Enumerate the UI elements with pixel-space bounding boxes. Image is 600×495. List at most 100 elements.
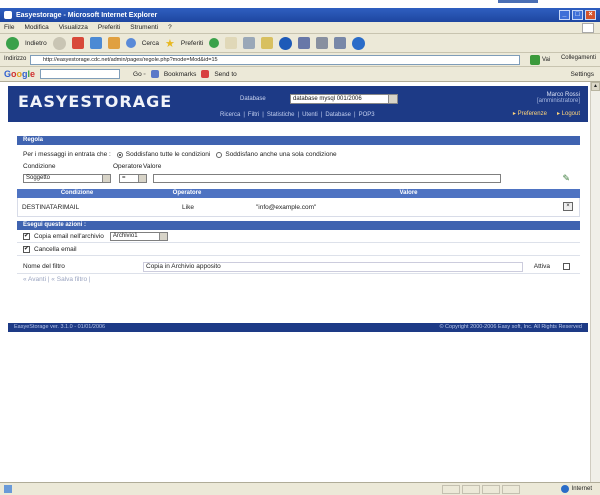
rule-panel: Regola Per i messaggi in entrata che : S…: [17, 136, 580, 285]
security-zone: Internet: [560, 485, 592, 493]
chevron-down-icon: [158, 232, 167, 240]
google-logo: Google: [4, 69, 36, 79]
radio-any-condition[interactable]: [216, 151, 223, 158]
conditions-table-header: Condizione Operatore Valore: [17, 189, 580, 198]
bookmarks-button[interactable]: Bookmarks: [164, 71, 197, 78]
edit-icon[interactable]: [261, 37, 274, 49]
maximize-button[interactable]: □: [572, 10, 583, 20]
rule-section-header: Regola: [17, 136, 580, 145]
condition-label: Condizione: [23, 162, 56, 170]
menu-help[interactable]: ?: [168, 24, 172, 31]
database-label: Database: [240, 96, 266, 102]
actions-section-header: Esegui queste azioni :: [17, 221, 580, 230]
delete-checkbox[interactable]: ✔: [23, 245, 30, 253]
add-condition-icon[interactable]: ✎: [562, 173, 570, 184]
nav-statistiche[interactable]: Statistiche: [267, 112, 295, 118]
nav-filtri[interactable]: Filtri: [248, 112, 259, 118]
research-icon[interactable]: [298, 37, 311, 49]
row-value: "info@example.com": [256, 203, 317, 211]
filter-name-input[interactable]: Copia in Archivio apposito: [143, 261, 523, 272]
mail-icon[interactable]: [225, 37, 238, 49]
globe-icon[interactable]: [352, 36, 366, 50]
condition-select[interactable]: Soggetto: [23, 173, 111, 183]
go-arrow-icon: [530, 55, 540, 65]
google-go-button[interactable]: Go ◦: [133, 71, 146, 78]
star-icon[interactable]: ★: [165, 37, 175, 50]
logout-link[interactable]: ▸ Logout: [557, 110, 580, 117]
send-to-button[interactable]: Send to: [214, 71, 236, 78]
user-role: [amministratore]: [536, 98, 580, 104]
nav-ricerca[interactable]: Ricerca: [220, 112, 240, 118]
forward-arrow-icon[interactable]: [52, 36, 66, 50]
preferences-link[interactable]: ▸ Preferenze: [513, 110, 547, 117]
links-label[interactable]: Collegamenti: [561, 55, 596, 61]
history-icon[interactable]: [209, 38, 220, 48]
header-actions: ▸ Preferenze ▸ Logout: [513, 110, 580, 117]
browser-toolbar: Indietro Cerca ★ Preferiti: [0, 34, 600, 53]
nav-pop3[interactable]: POP3: [359, 112, 375, 118]
print-icon[interactable]: [243, 37, 256, 49]
nav-utenti[interactable]: Utenti: [302, 112, 318, 118]
windows-flag-icon: [582, 23, 594, 33]
th-condition: Condizione: [60, 190, 94, 196]
folder-icon[interactable]: [334, 37, 347, 49]
menu-strumenti[interactable]: Strumenti: [130, 24, 158, 31]
user-info: Marco Rossi [amministratore]: [537, 92, 580, 104]
menu-bar: File Modifica Visualizza Preferiti Strum…: [0, 22, 600, 34]
messenger-icon[interactable]: [279, 36, 293, 50]
table-row: DESTINATARIMAIL Like "info@example.com" …: [17, 198, 580, 217]
message-prompt: Per i messaggi in entrata che :: [23, 151, 111, 158]
minimize-button[interactable]: _: [559, 10, 570, 20]
radio-all-label: Soddisfano tutte le condizioni: [125, 151, 211, 158]
value-label: Valore: [143, 162, 162, 170]
go-button[interactable]: Vai: [530, 55, 550, 65]
menu-preferiti[interactable]: Preferiti: [98, 24, 120, 31]
search-icon[interactable]: [125, 38, 136, 48]
action-links[interactable]: « Avanti | « Salva filtro |: [23, 276, 91, 283]
bookmark-star-icon: [150, 70, 159, 78]
menu-visualizza[interactable]: Visualizza: [59, 24, 88, 31]
address-label: Indirizzo: [4, 56, 27, 62]
operator-select[interactable]: =: [119, 173, 147, 183]
condition-labels-row: Condizione Operatore Valore: [17, 161, 580, 171]
archive-select[interactable]: Archivio1: [109, 231, 168, 241]
refresh-icon[interactable]: [89, 37, 102, 49]
page-icon: [4, 485, 12, 493]
address-input[interactable]: http://easyestorage.cdc.net/admin/pages/…: [30, 55, 520, 65]
tool-icon[interactable]: [316, 37, 329, 49]
delete-label: Cancella email: [34, 245, 77, 253]
main-nav: Ricerca | Filtri | Statistiche | Utenti | Da…: [220, 112, 375, 118]
search-button-label[interactable]: Cerca: [142, 40, 159, 47]
filter-name-row: Nome del filtro Copia in Archivio apposi…: [17, 260, 580, 274]
back-arrow-icon[interactable]: [6, 36, 19, 50]
back-button-label[interactable]: Indietro: [25, 40, 47, 47]
stop-icon[interactable]: [71, 37, 84, 49]
nav-database[interactable]: Database: [325, 112, 351, 118]
scroll-up-icon[interactable]: ▲: [591, 82, 600, 91]
window-titlebar: Easyestorage - Microsoft Internet Explor…: [0, 8, 600, 22]
value-input[interactable]: [153, 173, 501, 183]
google-search-input[interactable]: [40, 69, 121, 79]
th-operator: Operatore: [172, 190, 202, 196]
vertical-scrollbar[interactable]: ▲: [590, 82, 600, 482]
address-bar: Indirizzo http://easyestorage.cdc.net/ad…: [0, 53, 600, 67]
favorites-button-label[interactable]: Preferiti: [181, 40, 203, 47]
radio-all-conditions[interactable]: [116, 151, 123, 158]
active-checkbox[interactable]: [563, 263, 570, 270]
settings-button[interactable]: Settings: [571, 71, 595, 78]
copy-checkbox[interactable]: ✔: [23, 232, 30, 240]
menu-modifica[interactable]: Modifica: [24, 24, 48, 31]
radio-any-label: Soddisfano anche una sola condizione: [225, 151, 337, 158]
home-icon[interactable]: [107, 37, 120, 49]
database-select[interactable]: database mysql 001/2006: [290, 94, 398, 104]
status-cells: [442, 485, 520, 494]
send-icon: [201, 70, 210, 78]
row-condition: DESTINATARIMAIL: [22, 203, 80, 211]
close-button[interactable]: ×: [585, 10, 596, 20]
app-header: EASYESTORAGE Database database mysql 001…: [8, 86, 588, 122]
bottom-links: « Avanti | « Salva filtro |: [17, 274, 580, 285]
delete-row-icon[interactable]: ×: [563, 202, 573, 211]
chevron-down-icon: [102, 174, 110, 182]
menu-file[interactable]: File: [4, 24, 14, 31]
match-mode-row: Per i messaggi in entrata che : Soddisfa…: [17, 148, 580, 161]
